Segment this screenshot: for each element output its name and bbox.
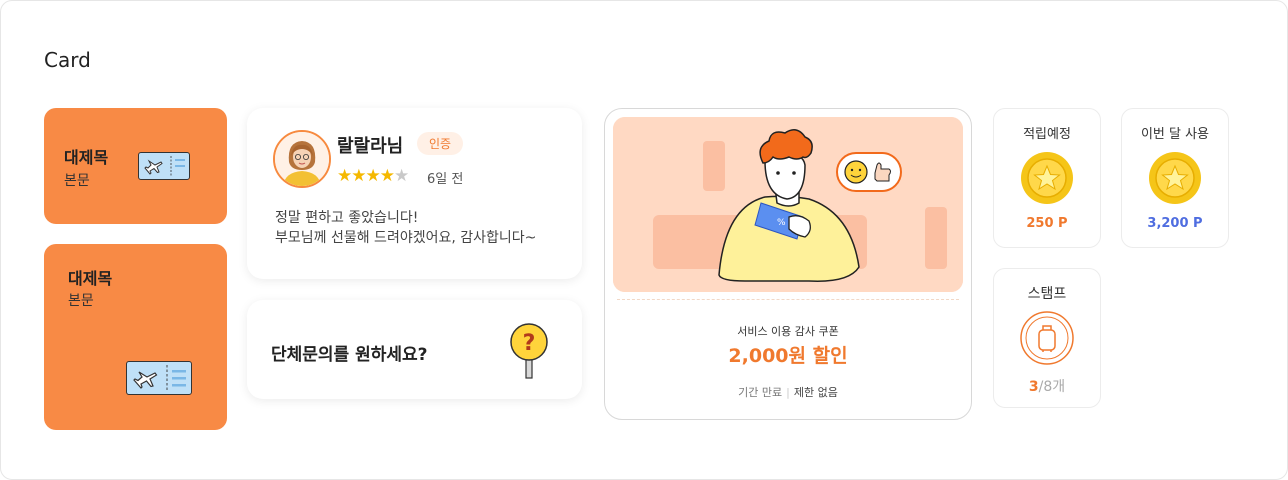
svg-text:%: % [777,218,786,228]
star-rating: ★★★★★ [337,166,409,186]
inquiry-text: 단체문의를 원하세요? [271,345,428,365]
review-card[interactable]: 랄랄라님 인증 ★★★★★ 6일 전 정말 편하고 좋았습니다! 부모님께 선물… [247,108,582,279]
reviewer-name: 랄랄라님 [337,136,404,157]
stamp-total: /8개 [1038,379,1066,395]
star-empty-icon: ★ [394,166,409,186]
stamp-count: 3/8개 [994,376,1100,396]
stat-value: 3,200 P [1147,216,1203,231]
stamp-label: 스탬프 [1027,286,1067,302]
star-icon: ★ [351,166,366,186]
planned-points-card[interactable]: 적립예정 250 P [993,108,1101,248]
stamp-luggage-icon [1020,311,1074,365]
review-text: 정말 편하고 좋았습니다! 부모님께 선물해 드려야겠어요, 감사합니다~ [275,208,536,248]
airplane-ticket-icon [138,152,190,180]
coupon-subtitle: 서비스 이용 감사 쿠폰 [737,325,839,338]
group-inquiry-card[interactable]: 단체문의를 원하세요? ? [247,300,582,399]
feature-card-small[interactable]: 대제목 본문 [44,108,227,224]
svg-text:?: ? [523,331,536,356]
stat-value: 250 P [1026,216,1068,231]
stamp-current: 3 [1028,379,1039,395]
coupon-discount: 2,000원 할인 [728,345,848,367]
card-body: 본문 [64,173,90,189]
stamp-card[interactable]: 스탬프 3/8개 [993,268,1101,408]
stat-label: 이번 달 사용 [1140,127,1210,142]
review-time: 6일 전 [427,172,464,187]
coupon-expiry: 기간 만료 | 제한 없음 [738,386,838,399]
expiry-label: 기간 만료 [738,386,783,399]
review-line-1: 정말 편하고 좋았습니다! [275,210,419,226]
card-title: 대제목 [64,148,109,167]
coupon-illustration: % [613,117,963,292]
coupon-card[interactable]: % 서비스 이용 감사 쿠폰 2,000원 할인 기간 만료 | 제한 없음 [604,108,972,420]
star-icon: ★ [379,166,395,186]
monthly-usage-card[interactable]: 이번 달 사용 3,200 P [1121,108,1229,248]
feature-card-large[interactable]: 대제목 본문 [44,244,227,430]
star-icon: ★ [337,166,352,186]
stat-label: 적립예정 [1023,127,1071,142]
coupon-divider [617,299,959,300]
card-title: 대제목 [68,269,113,288]
card-body: 본문 [68,293,94,309]
gold-coin-star-icon [1021,152,1073,204]
verified-badge: 인증 [417,132,464,155]
star-icon: ★ [365,166,381,186]
airplane-ticket-icon [126,361,192,395]
avatar [273,130,331,188]
expiry-value: 제한 없음 [793,386,838,399]
section-title: Card [44,48,91,72]
question-sign-icon: ? [510,323,548,379]
review-line-2: 부모님께 선물해 드려야겠어요, 감사합니다~ [275,230,537,246]
gold-coin-star-icon [1149,152,1201,204]
